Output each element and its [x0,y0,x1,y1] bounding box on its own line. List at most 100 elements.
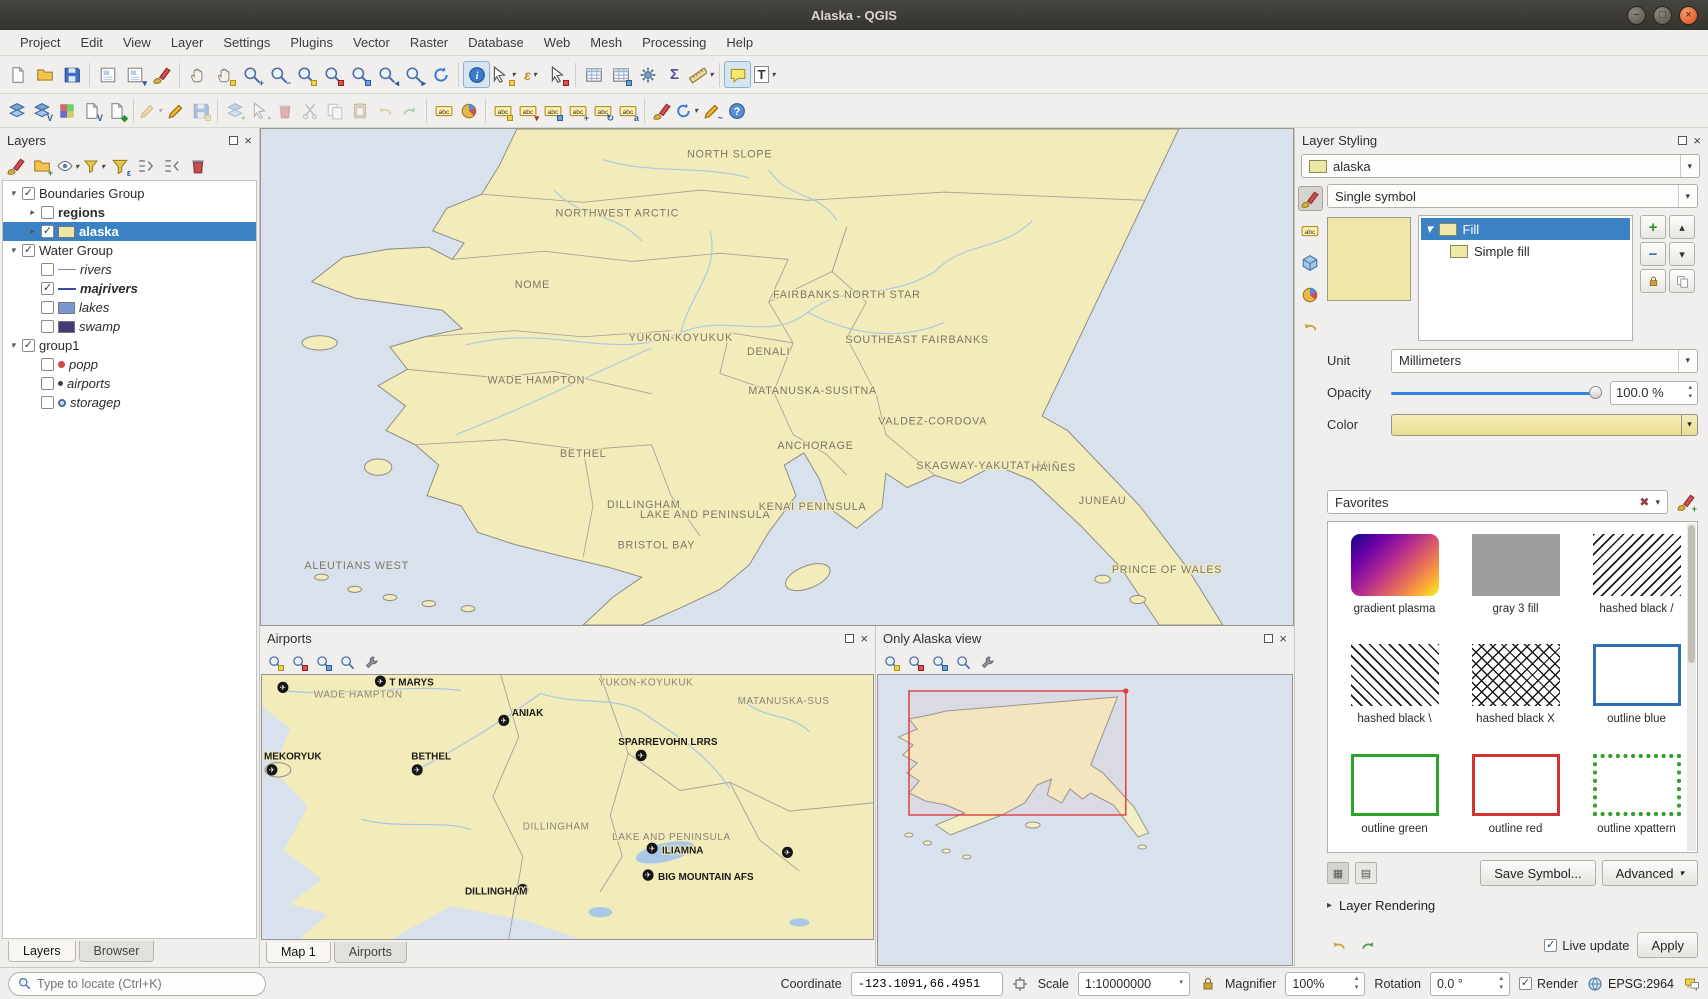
slider-thumb[interactable] [1589,386,1602,399]
highlight-pinned-labels-icon[interactable] [490,98,515,123]
map-tips-icon[interactable] [724,61,751,88]
collapse-all-icon[interactable] [160,154,184,178]
symbol-tree-row-fill[interactable]: ▾ Fill [1421,218,1630,240]
menu-view[interactable]: View [113,32,161,53]
zoom-full-icon[interactable] [880,651,902,673]
data-source-manager-icon[interactable] [4,98,29,123]
layer-row-boundaries-group[interactable]: ▾ ✓ Boundaries Group [3,184,256,203]
close-button[interactable]: × [1679,6,1698,25]
live-update-checkbox[interactable]: ✓ Live update [1544,938,1629,953]
maximize-button[interactable]: □ [1653,6,1672,25]
layer-row-lakes[interactable]: lakes [3,298,256,317]
labels-tab-icon[interactable] [1298,218,1323,243]
locator-input[interactable] [37,977,256,991]
symbol-item-hashed-black-x[interactable]: hashed black X [1461,644,1570,742]
visibility-checkbox[interactable] [41,301,54,314]
move-down-button[interactable]: ▾ [1669,242,1695,266]
current-edits-icon[interactable]: ▾ [138,98,163,123]
change-label-icon[interactable]: a [615,98,640,123]
zoom-last-icon[interactable]: ◂ [373,61,400,88]
new-geopackage-layer-icon[interactable]: ◆ [104,98,129,123]
extent-icon[interactable] [1012,975,1029,992]
duplicate-symbol-layer-button[interactable] [1669,269,1695,293]
visibility-checkbox[interactable]: ✓ [22,339,35,352]
lock-color-button[interactable] [1640,269,1666,293]
layout-manager-icon[interactable]: ▾ [121,61,148,88]
tab-layers[interactable]: Layers [8,941,76,962]
opacity-slider[interactable] [1391,383,1602,403]
view-3d-tab-icon[interactable] [1298,250,1323,275]
measure-icon[interactable]: ▾ [688,61,715,88]
spin-arrows-icon[interactable]: ▴▾ [1355,975,1359,991]
magnifier-spinbox[interactable]: 100% ▴▾ [1285,972,1365,996]
zoom-full-icon[interactable] [264,651,286,673]
zoom-next-icon[interactable]: ▸ [400,61,427,88]
diagrams-tab-icon[interactable] [1298,282,1323,307]
style-manager-icon[interactable] [148,61,175,88]
minimize-button[interactable]: − [1627,6,1646,25]
messages-icon[interactable] [1683,975,1700,992]
coordinate-input[interactable] [858,977,996,991]
styling-layer-select[interactable]: alaska ▾ [1301,154,1700,178]
symbol-type-select[interactable]: Single symbol ▾ [1327,184,1698,208]
menu-web[interactable]: Web [534,32,581,53]
layer-row-popp[interactable]: popp [3,355,256,374]
save-project-icon[interactable] [58,61,85,88]
list-view-icon[interactable]: ▤ [1355,862,1377,884]
remove-symbol-layer-button[interactable]: − [1640,242,1666,266]
select-features-icon[interactable]: ▾ [490,61,517,88]
float-panel-icon[interactable] [1678,136,1687,145]
menu-vector[interactable]: Vector [343,32,400,53]
save-symbol-button[interactable]: Save Symbol... [1480,860,1595,886]
text-annotation-icon[interactable]: T▾ [751,61,778,88]
rotate-label-icon[interactable]: ↻ [590,98,615,123]
zoom-to-selection-icon[interactable] [288,651,310,673]
apply-button[interactable]: Apply [1637,932,1698,958]
symbol-item-hashed-black-slash[interactable]: hashed black / [1582,534,1691,632]
view-settings-icon[interactable] [976,651,998,673]
layer-row-water-group[interactable]: ▾ ✓ Water Group [3,241,256,260]
symbol-item-gradient-plasma[interactable]: gradient plasma [1340,534,1449,632]
pan-map-icon[interactable] [184,61,211,88]
paste-features-icon[interactable] [347,98,372,123]
lock-scale-icon[interactable] [1199,975,1216,992]
scrollbar-thumb[interactable] [1688,525,1695,663]
visibility-checkbox[interactable] [41,396,54,409]
menu-edit[interactable]: Edit [70,32,112,53]
filter-legend-icon[interactable]: ▾ [82,154,106,178]
layer-row-airports[interactable]: airports [3,374,256,393]
float-panel-icon[interactable] [229,136,238,145]
visibility-checkbox[interactable] [41,206,54,219]
airports-map-view[interactable]: ✈ ✈ ✈ ✈ ✈ ✈ ✈ ✈ ✈ ✈ [261,674,874,940]
zoom-full-icon[interactable] [292,61,319,88]
style-manager-icon[interactable]: + [1674,490,1698,514]
close-panel-icon[interactable]: × [860,632,868,645]
visibility-checkbox[interactable] [41,263,54,276]
options-icon[interactable] [634,61,661,88]
crs-status[interactable]: EPSG:2964 [1587,976,1674,992]
clear-search-icon[interactable]: ✖ [1639,495,1649,509]
menu-mesh[interactable]: Mesh [580,32,632,53]
menu-layer[interactable]: Layer [161,32,214,53]
zoom-in-icon[interactable]: + [238,61,265,88]
redo-icon[interactable] [397,98,422,123]
symbol-search-input[interactable]: Favorites ✖ ▾ [1327,490,1668,514]
menu-processing[interactable]: Processing [632,32,716,53]
menu-settings[interactable]: Settings [213,32,280,53]
close-panel-icon[interactable]: × [1693,134,1701,147]
deselect-features-icon[interactable] [544,61,571,88]
copy-style-icon[interactable] [649,98,674,123]
spin-arrows-icon[interactable]: ▴▾ [1688,384,1692,400]
close-panel-icon[interactable]: × [244,134,252,147]
layer-row-regions[interactable]: ▸ regions [3,203,256,222]
pan-to-selection-icon[interactable] [211,61,238,88]
new-print-layout-icon[interactable] [94,61,121,88]
symbology-tab-icon[interactable] [1298,186,1323,211]
visibility-checkbox[interactable]: ✓ [41,282,54,295]
history-tab-icon[interactable] [1298,314,1323,339]
vertex-tool-icon[interactable]: ▪ [247,98,272,123]
unit-select[interactable]: Millimeters ▾ [1391,349,1698,373]
layer-row-swamp[interactable]: swamp [3,317,256,336]
view-settings-icon[interactable] [360,651,382,673]
layer-rendering-section[interactable]: ▸ Layer Rendering [1327,893,1698,915]
